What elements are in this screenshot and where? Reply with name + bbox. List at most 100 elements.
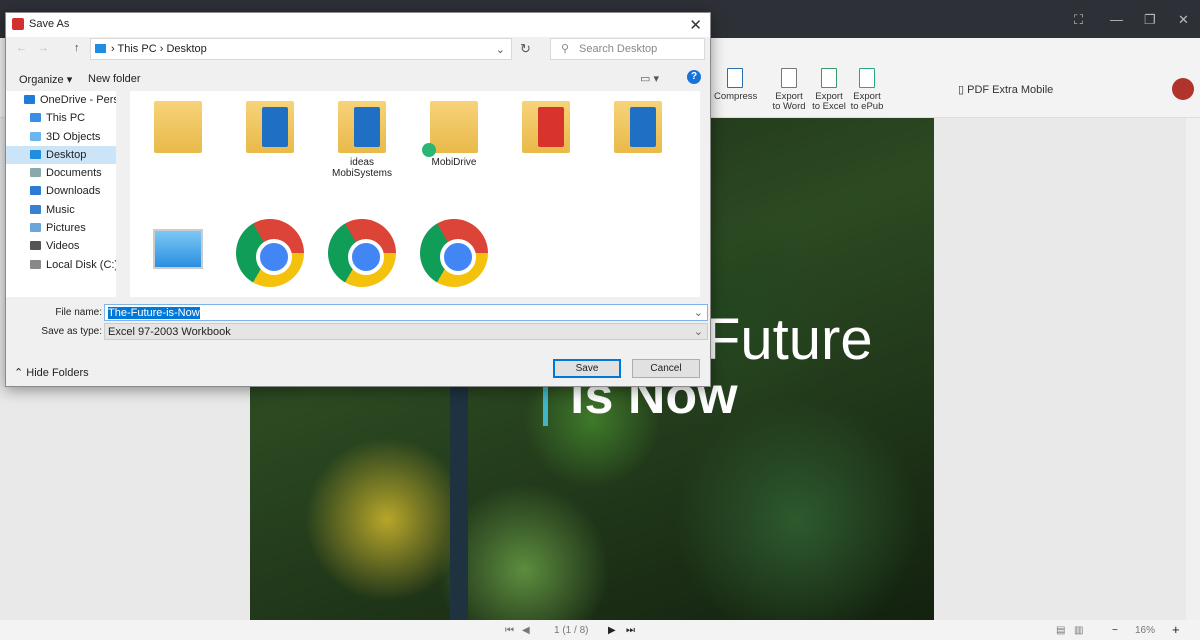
back-button[interactable]: ← <box>16 42 27 54</box>
nav-item-label: Videos <box>46 240 80 253</box>
compress-icon <box>727 68 743 88</box>
nav-item-label: This PC <box>46 112 86 125</box>
file-item-label: ideas MobiSystems <box>331 157 392 179</box>
refresh-button[interactable]: ↻ <box>520 41 531 57</box>
hide-folders-button[interactable]: ⌃ Hide Folders <box>14 366 89 379</box>
vertical-scrollbar[interactable] <box>1186 118 1200 620</box>
folder-icon <box>154 101 202 153</box>
avatar[interactable] <box>1172 78 1194 100</box>
nav-item[interactable]: Local Disk (C:) <box>6 256 128 274</box>
save-button[interactable]: Save <box>553 359 621 378</box>
chrome-icon <box>420 219 488 287</box>
nav-item[interactable]: This PC <box>6 109 128 127</box>
address-bar[interactable]: › This PC › Desktop ⌄ <box>90 38 512 60</box>
document-icon <box>538 107 564 147</box>
nav-item[interactable]: Music <box>6 201 128 219</box>
breadcrumb-this-pc[interactable]: This PC <box>118 43 157 55</box>
file-name-input[interactable]: The-Future-is-Now ⌄ <box>104 304 708 321</box>
nav-item-icon <box>30 186 41 196</box>
nav-item-label: 3D Objects <box>46 130 101 143</box>
nav-item-label: Desktop <box>46 148 87 161</box>
breadcrumb-desktop[interactable]: Desktop <box>166 43 206 55</box>
dialog-close-button[interactable]: ✕ <box>689 16 702 34</box>
organize-button[interactable]: Organize ▾ <box>19 73 72 86</box>
document-icon <box>262 107 288 147</box>
status-bar: ⏮ ◀ 1 (1 / 8) ▶ ⏭ ▤ ▥ − 16% + <box>0 620 1200 640</box>
save-type-label: Save as type: <box>41 326 102 337</box>
file-item[interactable] <box>598 91 678 157</box>
next-page-icon[interactable]: ▶ <box>608 625 616 636</box>
this-pc-icon <box>95 44 106 53</box>
page-title-line1: Future <box>705 307 873 372</box>
nav-item-icon <box>30 168 41 178</box>
file-item[interactable] <box>322 209 402 287</box>
file-name-value: The-Future-is-Now <box>108 307 200 319</box>
last-page-icon[interactable]: ⏭ <box>626 625 635 636</box>
nav-item-icon <box>30 131 41 141</box>
file-item[interactable] <box>414 209 494 287</box>
single-page-icon[interactable]: ▤ <box>1056 625 1065 636</box>
file-item[interactable] <box>230 209 310 287</box>
address-dropdown-icon[interactable]: ⌄ <box>496 43 505 56</box>
export-epub-button[interactable]: Export to ePub <box>848 68 886 112</box>
nav-item[interactable]: OneDrive - Person <box>6 91 128 109</box>
close-app-button[interactable]: ✕ <box>1178 12 1189 28</box>
folder-icon <box>614 101 662 153</box>
compress-label: Compress <box>714 91 758 102</box>
view-options-icon[interactable]: ▭ ▾ <box>640 72 659 85</box>
nav-item-label: OneDrive - Person <box>40 94 128 106</box>
nav-item[interactable]: Desktop <box>6 145 128 165</box>
zoom-in-button[interactable]: + <box>1172 622 1180 637</box>
file-item[interactable] <box>138 209 218 269</box>
maximize-button[interactable]: ❐ <box>1144 12 1156 28</box>
help-icon[interactable]: ? <box>687 70 701 84</box>
nav-item-label: Music <box>46 203 75 216</box>
cancel-button[interactable]: Cancel <box>632 359 700 378</box>
road <box>450 358 468 620</box>
file-item-label: MobiDrive <box>431 157 477 168</box>
compress-button[interactable]: Compress <box>714 68 758 102</box>
file-item[interactable] <box>138 91 218 157</box>
export-excel-button[interactable]: Export to Excel <box>810 68 848 112</box>
search-input[interactable]: ⚲ Search Desktop <box>550 38 705 60</box>
document-icon <box>630 107 656 147</box>
file-item[interactable] <box>230 91 310 157</box>
up-button[interactable]: ↑ <box>74 42 80 54</box>
nav-item-icon <box>30 113 41 123</box>
nav-scrollbar[interactable] <box>116 91 128 297</box>
nav-item-icon <box>30 241 41 251</box>
folder-icon <box>522 101 570 153</box>
file-item[interactable]: ideas MobiSystems <box>322 91 402 179</box>
fullscreen-icon[interactable]: ⛶ <box>1074 12 1083 28</box>
folder-icon <box>338 101 386 153</box>
continuous-page-icon[interactable]: ▥ <box>1074 625 1083 636</box>
page-indicator[interactable]: 1 (1 / 8) <box>554 625 588 636</box>
nav-item[interactable]: Downloads <box>6 182 128 200</box>
export-word-button[interactable]: Export to Word <box>770 68 808 112</box>
minimize-button[interactable]: — <box>1110 12 1123 27</box>
excel-icon <box>821 68 837 88</box>
file-scrollbar[interactable] <box>700 91 710 297</box>
nav-item[interactable]: Videos <box>6 237 128 255</box>
file-name-label: File name: <box>55 307 102 318</box>
nav-item[interactable]: Documents <box>6 164 128 182</box>
dialog-toolbar: Organize ▾ New folder ▭ ▾ ? <box>6 67 710 91</box>
prev-page-icon[interactable]: ◀ <box>522 625 530 636</box>
zoom-out-button[interactable]: − <box>1112 625 1118 636</box>
chrome-icon <box>328 219 396 287</box>
pdf-extra-mobile-button[interactable]: ▯ PDF Extra Mobile <box>958 83 1053 96</box>
nav-item[interactable]: 3D Objects <box>6 128 128 146</box>
nav-item[interactable]: Pictures <box>6 219 128 237</box>
save-type-select[interactable]: Excel 97-2003 Workbook ⌄ <box>104 323 708 340</box>
new-folder-button[interactable]: New folder <box>88 73 141 85</box>
document-icon <box>354 107 380 147</box>
first-page-icon[interactable]: ⏮ <box>505 625 514 636</box>
accent-bar <box>543 386 548 426</box>
file-item[interactable]: MobiDrive <box>414 91 494 168</box>
zoom-level[interactable]: 16% <box>1135 625 1155 636</box>
dialog-title-bar: Save As ✕ <box>6 13 710 37</box>
file-item[interactable] <box>506 91 586 157</box>
forward-button[interactable]: → <box>38 42 49 54</box>
mobile-label: PDF Extra Mobile <box>967 84 1054 96</box>
chrome-icon <box>236 219 304 287</box>
